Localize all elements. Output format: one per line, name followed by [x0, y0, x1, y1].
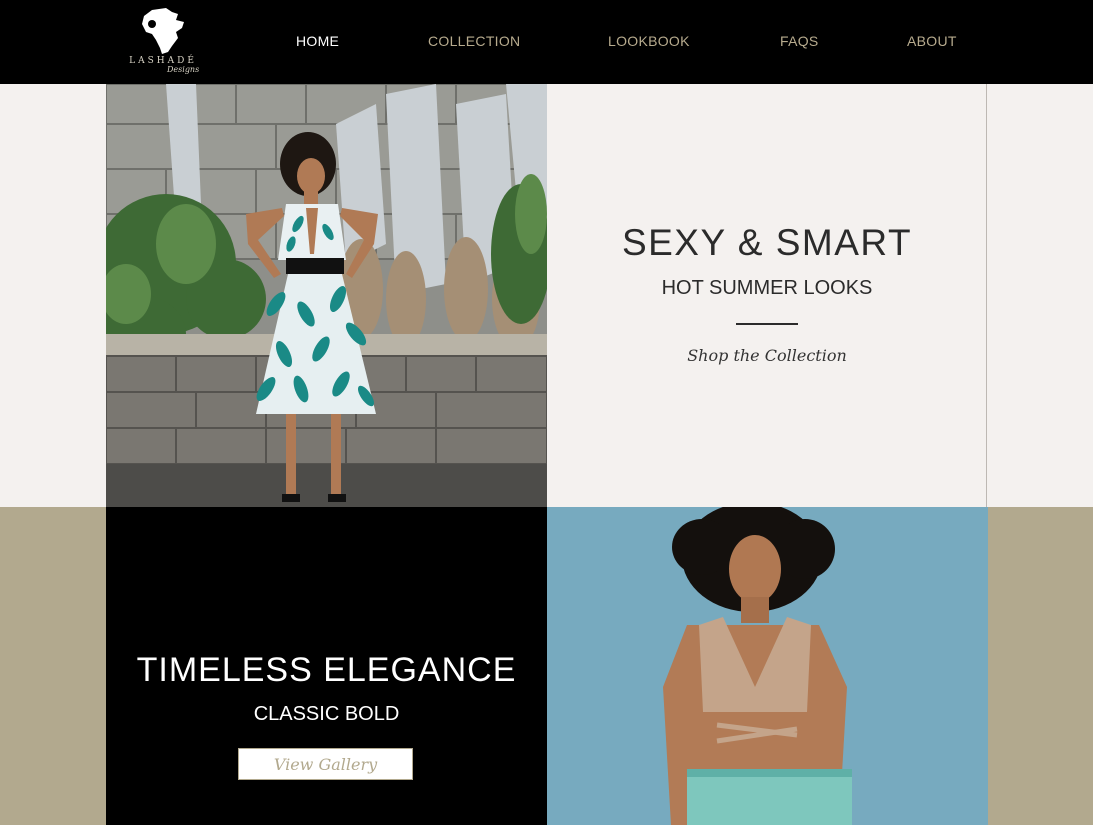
nav-about[interactable]: ABOUT	[907, 33, 957, 49]
nav-home[interactable]: HOME	[296, 33, 339, 49]
hero-panel: SEXY & SMART HOT SUMMER LOOKS Shop the C…	[547, 84, 987, 507]
hero-subtitle: HOT SUMMER LOOKS	[661, 277, 873, 299]
nav-faqs[interactable]: FAQS	[780, 33, 819, 49]
feature-subtitle: CLASSIC BOLD	[253, 703, 400, 725]
view-gallery-button[interactable]: View Gallery	[238, 748, 413, 780]
nav-collection[interactable]: COLLECTION	[428, 33, 520, 49]
feature-panel: TIMELESS ELEGANCE CLASSIC BOLD View Gall…	[106, 507, 547, 825]
summer-dress-photo	[106, 84, 547, 507]
portrait-photo	[547, 507, 988, 825]
africa-logo-icon	[142, 8, 184, 54]
feature-title: TIMELESS ELEGANCE	[136, 651, 517, 689]
brand-logo[interactable]: LASHADÉ Designs	[122, 6, 204, 78]
hero-title: SEXY & SMART	[621, 222, 913, 263]
shop-collection-link[interactable]: Shop the Collection	[547, 346, 987, 365]
site-header: LASHADÉ Designs HOME COLLECTION LOOKBOOK…	[0, 0, 1093, 84]
hero-divider	[736, 323, 798, 325]
nav-lookbook[interactable]: LOOKBOOK	[608, 33, 690, 49]
brand-sub: Designs	[167, 65, 200, 74]
